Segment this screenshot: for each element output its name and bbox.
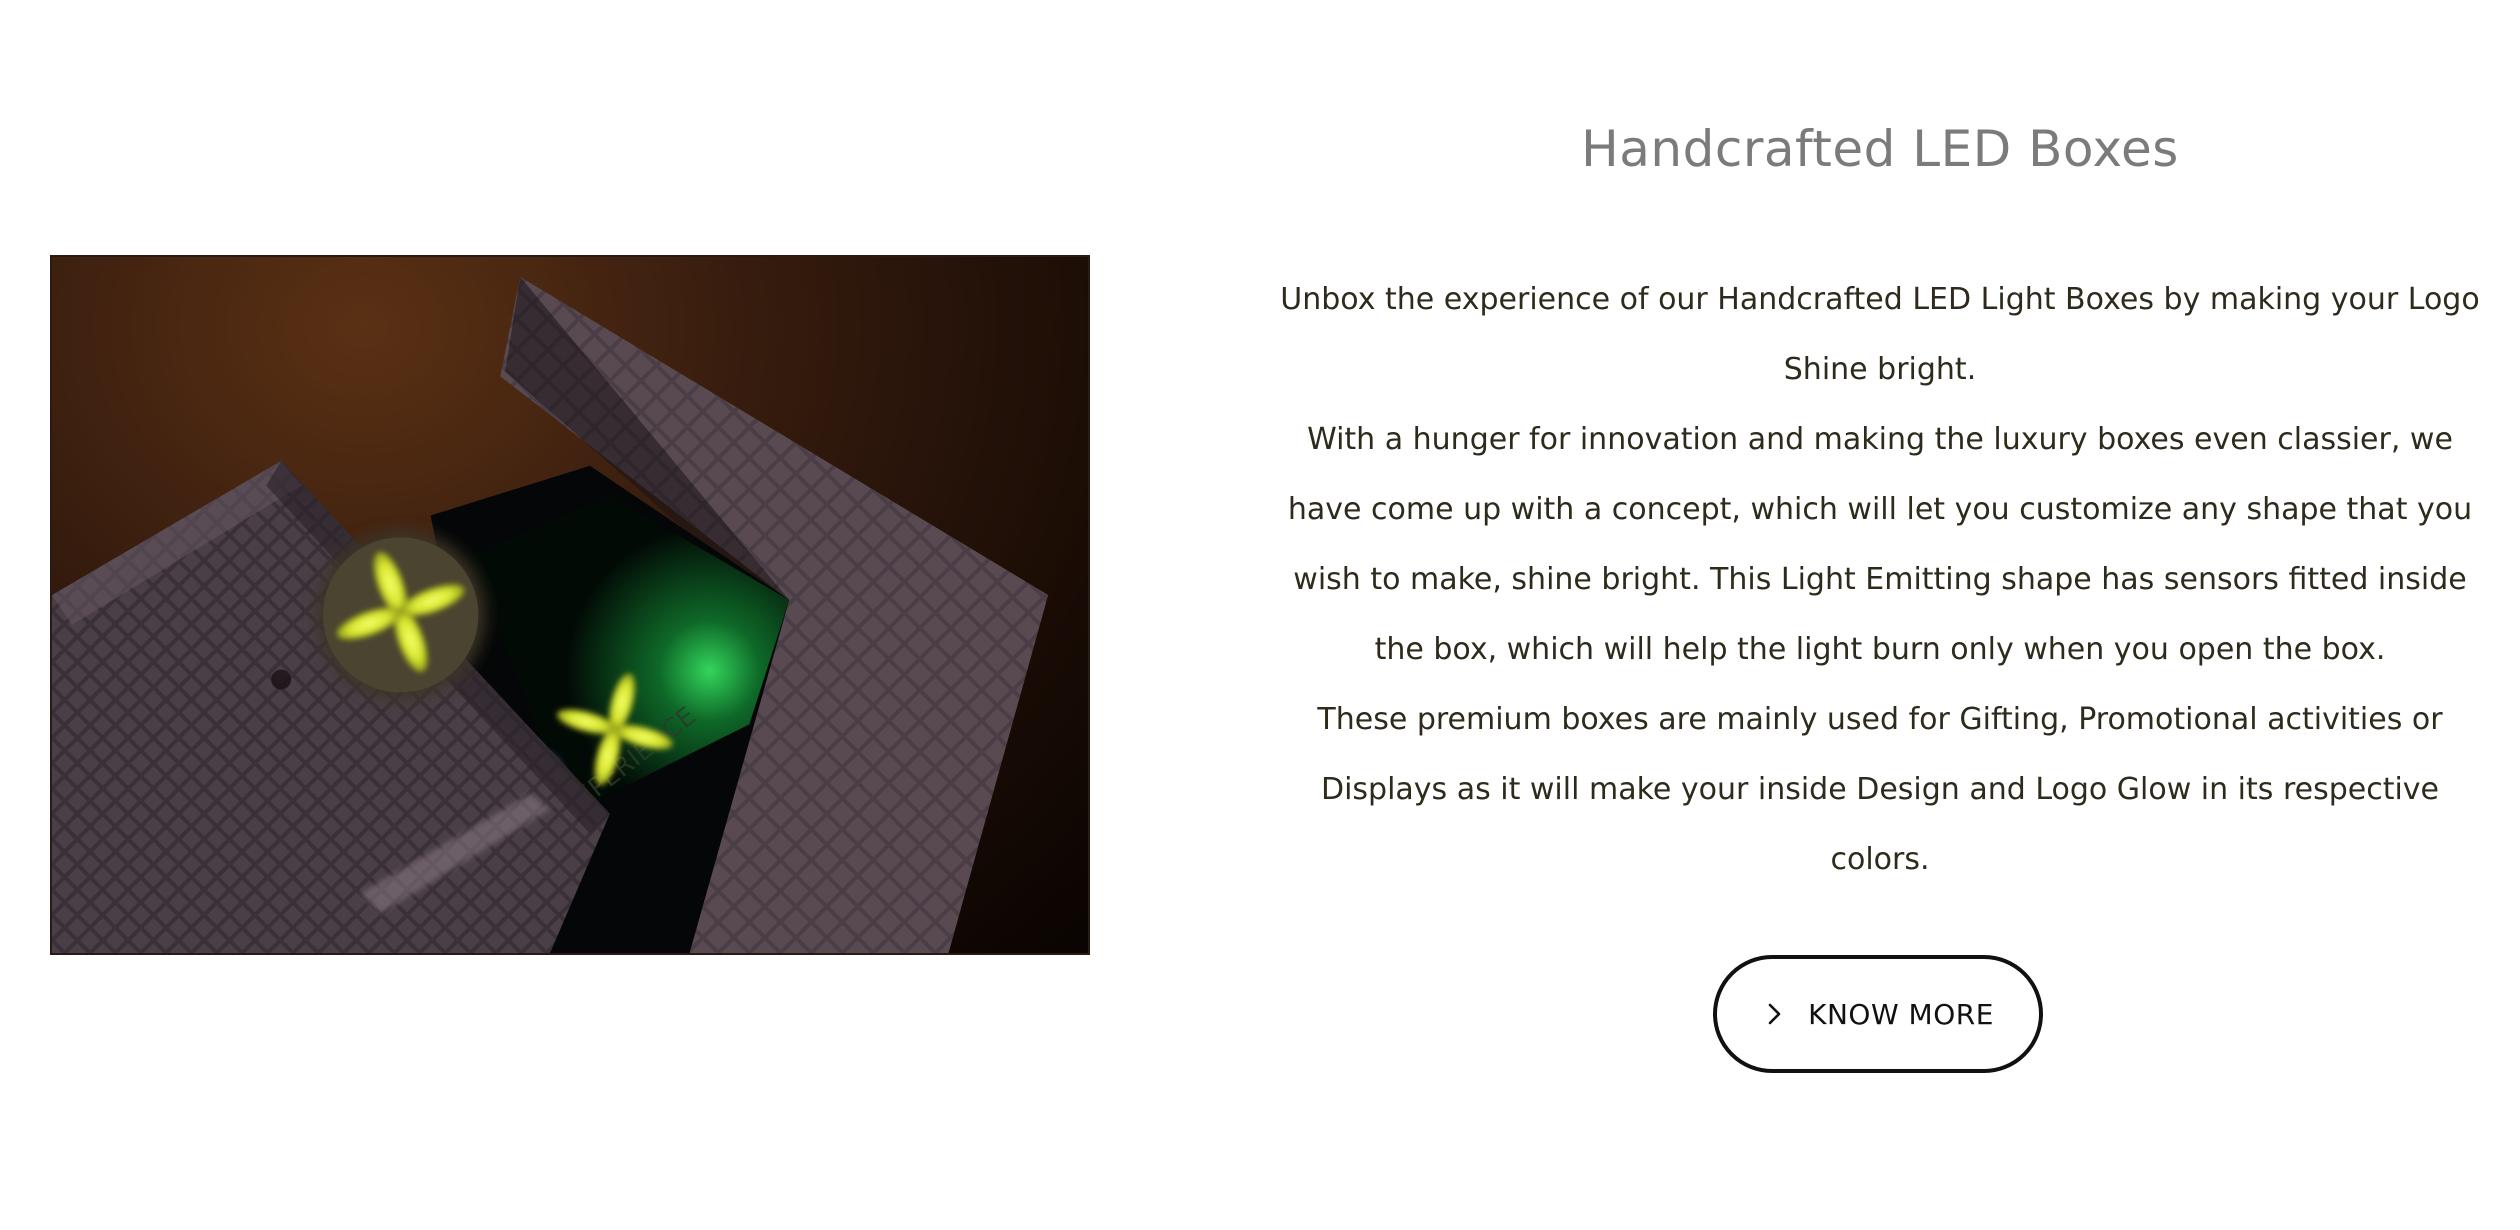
know-more-button[interactable]: KNOW MORE (1713, 955, 2043, 1073)
paragraph-uses: These premium boxes are mainly used for … (1317, 702, 2443, 877)
section-title: Handcrafted LED Boxes (1581, 120, 2179, 178)
section-body: Unbox the experience of our Handcrafted … (1270, 265, 2490, 895)
product-image-led-box: EXPERIENCE (50, 255, 1090, 955)
paragraph-concept: With a hunger for innovation and making … (1287, 422, 2473, 667)
medallion-flower-logo (315, 530, 486, 700)
know-more-label: KNOW MORE (1808, 997, 1994, 1031)
paragraph-intro: Unbox the experience of our Handcrafted … (1280, 282, 2480, 387)
chevron-right-icon (1762, 1002, 1786, 1026)
led-box-illustration: EXPERIENCE (52, 257, 1088, 953)
